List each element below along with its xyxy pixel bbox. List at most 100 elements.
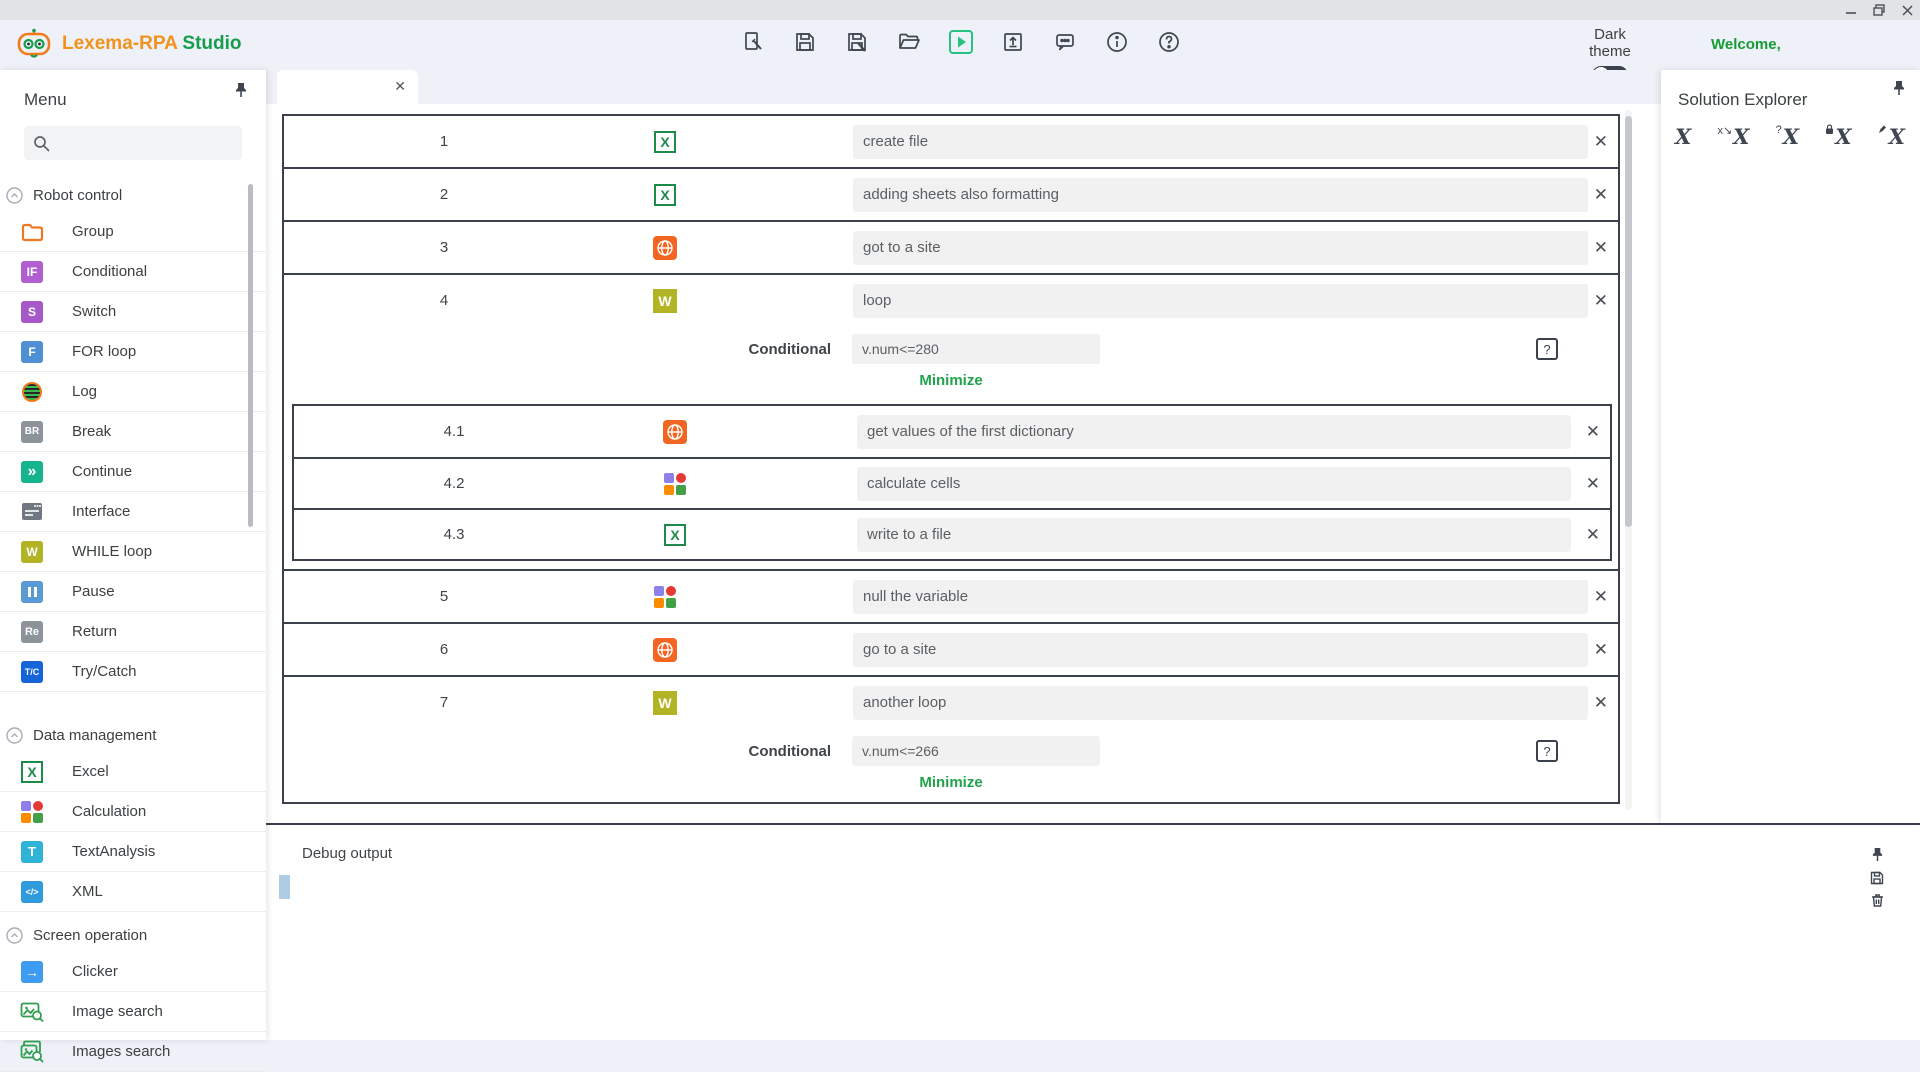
help-icon[interactable]	[1156, 29, 1182, 55]
sidebar-item-textanalysis[interactable]: T TextAnalysis	[0, 832, 266, 872]
debug-pin-icon[interactable]	[1871, 847, 1884, 867]
delete-step-icon[interactable]: ✕	[1594, 133, 1608, 150]
sidebar-item-xml[interactable]: </> XML	[0, 872, 266, 912]
textanalysis-badge-icon: T	[20, 840, 44, 864]
save-output-icon[interactable]	[1870, 871, 1884, 890]
sidebar-item-break[interactable]: BR Break	[0, 412, 266, 452]
calculation-icon	[662, 471, 688, 497]
sidebar-item-while-loop[interactable]: W WHILE loop	[0, 532, 266, 572]
sidebar-item-interface[interactable]: Interface	[0, 492, 266, 532]
step-description-input[interactable]	[853, 284, 1588, 318]
step-description-input[interactable]	[853, 178, 1588, 212]
section-data-management[interactable]: Data management	[0, 718, 266, 752]
delete-step-icon[interactable]: ✕	[1594, 588, 1608, 605]
step-row: 4.1 ✕	[294, 406, 1610, 457]
sidebar-item-group[interactable]: Group	[0, 212, 266, 252]
condition-help-button[interactable]: ?	[1536, 338, 1558, 360]
delete-step-icon[interactable]: ✕	[1586, 475, 1600, 492]
delete-step-icon[interactable]: ✕	[1594, 641, 1608, 658]
while-loop-icon: W	[652, 690, 678, 716]
search-icon	[33, 135, 50, 152]
delete-step-icon[interactable]: ✕	[1594, 239, 1608, 256]
info-icon[interactable]	[1104, 29, 1130, 55]
step-description-input[interactable]	[853, 686, 1588, 720]
window-minimize-icon[interactable]	[1844, 3, 1858, 17]
variable-icon[interactable]: X	[1675, 126, 1691, 147]
section-robot-control[interactable]: Robot control	[0, 178, 266, 212]
menu-sidebar: Menu Robot control Group IF Conditional …	[0, 70, 266, 1040]
sidebar-item-try-catch[interactable]: T/C Try/Catch	[0, 652, 266, 692]
save-as-icon[interactable]	[844, 29, 870, 55]
step-row: 5 ✕	[282, 569, 1620, 624]
step-description-input[interactable]	[857, 467, 1571, 501]
step-number: 2	[284, 186, 604, 203]
excel-icon: X	[652, 182, 678, 208]
open-icon[interactable]	[896, 29, 922, 55]
step-description-input[interactable]	[853, 580, 1588, 614]
script-tab[interactable]: ✕	[277, 70, 418, 104]
sidebar-item-images-search[interactable]: Images search	[0, 1032, 266, 1072]
excel-icon: X	[662, 522, 688, 548]
canvas-scrollbar[interactable]	[1625, 116, 1632, 527]
if-badge-icon: IF	[20, 260, 44, 284]
menu-title: Menu	[24, 90, 67, 110]
step-description-input[interactable]	[857, 518, 1571, 552]
delete-step-icon[interactable]: ✕	[1594, 186, 1608, 203]
sidebar-item-pause[interactable]: Pause	[0, 572, 266, 612]
sidebar-scrollbar[interactable]	[248, 184, 253, 527]
tab-close-icon[interactable]: ✕	[394, 78, 406, 95]
solution-explorer-pin-icon[interactable]	[1892, 80, 1906, 101]
xml-badge-icon: </>	[20, 880, 44, 904]
loop-step-block: 7 W ✕ Conditional ? Minimize	[282, 675, 1620, 804]
save-icon[interactable]	[792, 29, 818, 55]
folder-icon	[20, 220, 44, 244]
step-row: 4.3 X ✕	[294, 508, 1610, 559]
step-description-input[interactable]	[853, 125, 1588, 159]
loop-condition-input[interactable]	[852, 736, 1100, 766]
debug-cursor	[279, 875, 290, 899]
step-number: 4.3	[294, 526, 614, 543]
excel-icon: X	[20, 760, 44, 784]
edit-variable-icon[interactable]: X	[1878, 126, 1905, 147]
delete-step-icon[interactable]: ✕	[1586, 423, 1600, 440]
run-icon[interactable]	[948, 29, 974, 55]
sidebar-item-switch[interactable]: S Switch	[0, 292, 266, 332]
debug-output-title: Debug output	[302, 845, 392, 862]
excel-icon: X	[652, 129, 678, 155]
window-close-icon[interactable]	[1900, 3, 1914, 17]
section-label: Data management	[33, 727, 156, 744]
sidebar-item-excel[interactable]: X Excel	[0, 752, 266, 792]
sidebar-item-return[interactable]: Re Return	[0, 612, 266, 652]
sidebar-item-for-loop[interactable]: F FOR loop	[0, 332, 266, 372]
sidebar-item-conditional[interactable]: IF Conditional	[0, 252, 266, 292]
publish-icon[interactable]	[1000, 29, 1026, 55]
step-description-input[interactable]	[853, 633, 1588, 667]
section-screen-operation[interactable]: Screen operation	[0, 918, 266, 952]
loop-condition-input[interactable]	[852, 334, 1100, 364]
step-description-input[interactable]	[853, 231, 1588, 265]
sidebar-item-image-search[interactable]: Image search	[0, 992, 266, 1032]
delete-step-icon[interactable]: ✕	[1594, 292, 1608, 309]
delete-step-icon[interactable]: ✕	[1594, 694, 1608, 711]
image-search-icon	[20, 1000, 44, 1024]
feedback-icon[interactable]	[1052, 29, 1078, 55]
sidebar-item-calculation[interactable]: Calculation	[0, 792, 266, 832]
set-variable-icon[interactable]: x↘X	[1717, 126, 1749, 147]
minimize-link[interactable]: Minimize	[284, 774, 1618, 802]
delete-step-icon[interactable]: ✕	[1586, 526, 1600, 543]
search-input[interactable]	[58, 135, 238, 151]
window-restore-icon[interactable]	[1872, 3, 1886, 17]
protected-variable-icon[interactable]: X	[1825, 126, 1851, 147]
minimize-link[interactable]: Minimize	[284, 372, 1618, 400]
sidebar-item-clicker[interactable]: → Clicker	[0, 952, 266, 992]
continue-icon: »	[20, 460, 44, 484]
find-variable-icon[interactable]: ?X	[1776, 126, 1799, 147]
while-badge-icon: W	[20, 540, 44, 564]
sidebar-item-log[interactable]: Log	[0, 372, 266, 412]
clear-output-icon[interactable]	[1871, 893, 1884, 912]
condition-help-button[interactable]: ?	[1536, 740, 1558, 762]
sidebar-item-continue[interactable]: » Continue	[0, 452, 266, 492]
menu-pin-icon[interactable]	[234, 82, 248, 103]
step-description-input[interactable]	[857, 415, 1571, 449]
new-script-icon[interactable]	[740, 29, 766, 55]
